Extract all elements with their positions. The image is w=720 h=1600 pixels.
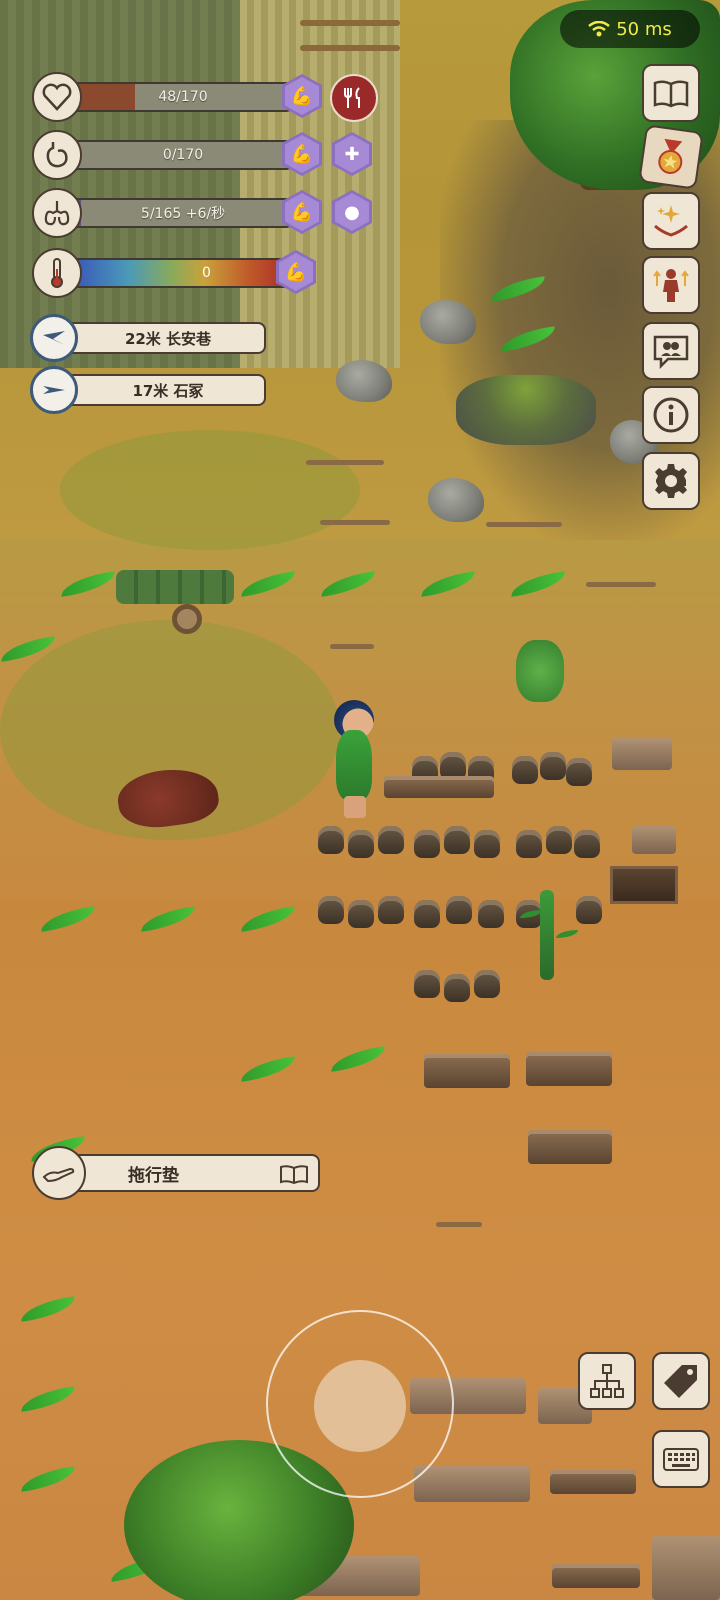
keyboard-icon <box>663 1448 699 1471</box>
achievements-button[interactable] <box>638 124 704 190</box>
log-stump[interactable] <box>444 974 470 1002</box>
wheelbarrow-wheel <box>172 604 202 634</box>
log-stump[interactable] <box>414 970 440 998</box>
board-pile[interactable] <box>550 1470 636 1494</box>
board-pile[interactable] <box>652 1536 720 1600</box>
stick[interactable] <box>320 520 390 525</box>
log-stump[interactable] <box>414 900 440 928</box>
plank-pile[interactable] <box>612 738 672 770</box>
drying-rack <box>300 45 400 51</box>
chat-bubble-icon <box>653 335 689 370</box>
stomach-icon <box>32 130 82 180</box>
log-stump[interactable] <box>414 830 440 858</box>
drying-rack <box>300 20 400 26</box>
log-stump[interactable] <box>546 826 572 854</box>
log-stump[interactable] <box>378 896 404 924</box>
joystick-knob[interactable] <box>314 1360 406 1452</box>
wooden-crate[interactable] <box>610 866 678 904</box>
wifi-icon <box>588 20 610 37</box>
adze-tool[interactable] <box>436 1222 482 1227</box>
rock[interactable] <box>420 300 476 344</box>
heart-icon <box>32 72 82 122</box>
temperature-marker: 0 <box>202 260 211 286</box>
log-stump[interactable] <box>444 826 470 854</box>
stick[interactable] <box>330 644 374 649</box>
temperature-value: 0 <box>202 265 211 281</box>
sparkle-hands-icon <box>654 205 688 237</box>
book-icon[interactable] <box>280 1164 308 1185</box>
character-upgrade-button[interactable] <box>642 256 700 314</box>
tag-button[interactable] <box>652 1352 710 1410</box>
food-value: 0/170 <box>162 147 204 163</box>
compass-arrow-icon <box>30 314 78 362</box>
log-stump[interactable] <box>474 830 500 858</box>
hand-icon <box>32 1146 86 1200</box>
grass-patch <box>60 430 360 550</box>
log-stump[interactable] <box>576 896 602 924</box>
medal-icon <box>658 138 683 174</box>
book-icon <box>653 80 689 108</box>
rock[interactable] <box>336 360 392 402</box>
tag-icon <box>664 1365 697 1398</box>
player-character-legs <box>344 796 366 818</box>
log-stump[interactable] <box>474 970 500 998</box>
tech-tree-button[interactable] <box>578 1352 636 1410</box>
fork-knife-icon[interactable] <box>330 74 378 122</box>
skills-button[interactable] <box>642 192 700 250</box>
flowering-cactus[interactable] <box>516 640 564 702</box>
log-pile[interactable] <box>526 1052 612 1086</box>
wheat-field <box>240 0 400 368</box>
lungs-icon <box>32 188 82 238</box>
compass-label: 17米 石冢 <box>70 374 266 406</box>
info-icon <box>653 397 689 433</box>
stick[interactable] <box>306 460 384 465</box>
log-stump[interactable] <box>318 826 344 854</box>
log-pile[interactable] <box>424 1054 510 1088</box>
log-pile[interactable] <box>528 1130 612 1164</box>
player-character[interactable] <box>336 730 372 800</box>
social-chat-button[interactable] <box>642 322 700 380</box>
stick[interactable] <box>486 522 562 527</box>
log-stump[interactable] <box>378 826 404 854</box>
stamina-bar: 5/165 +6/秒 <box>72 198 294 228</box>
tech-tree-icon <box>590 1364 624 1398</box>
food-bar: 0/170 <box>72 140 294 170</box>
workbench[interactable] <box>384 776 494 798</box>
keyboard-button[interactable] <box>652 1430 710 1488</box>
log-stump[interactable] <box>446 896 472 924</box>
temperature-bar: 0 <box>72 258 294 288</box>
sapling[interactable] <box>540 890 554 980</box>
log-stump[interactable] <box>348 900 374 928</box>
log-stump[interactable] <box>512 756 538 784</box>
info-button[interactable] <box>642 386 700 444</box>
character-upgrade-icon <box>653 269 689 302</box>
health-value: 48/170 <box>158 89 208 105</box>
log-stump[interactable] <box>478 900 504 928</box>
settings-button[interactable] <box>642 452 700 510</box>
board-pile[interactable] <box>414 1466 530 1502</box>
thermometer-icon <box>32 248 82 298</box>
log-stump[interactable] <box>566 758 592 786</box>
gear-icon <box>655 464 687 498</box>
compass-arrow-icon <box>30 366 78 414</box>
health-bar: 48/170 <box>72 82 294 112</box>
wheelbarrow[interactable] <box>116 570 234 604</box>
clay-block[interactable] <box>632 826 676 854</box>
log-stump[interactable] <box>348 830 374 858</box>
mossy-boulder[interactable] <box>456 375 596 445</box>
recipe-book-button[interactable] <box>642 64 700 122</box>
rock[interactable] <box>428 478 484 522</box>
compass-label: 22米 长安巷 <box>70 322 266 354</box>
stamina-value: 5/165 +6/秒 <box>140 206 226 222</box>
log-stump[interactable] <box>318 896 344 924</box>
log-stump[interactable] <box>516 830 542 858</box>
held-item-name: 拖行垫 <box>128 1165 179 1186</box>
log-stump[interactable] <box>540 752 566 780</box>
ping-indicator: 50 ms <box>560 10 700 48</box>
stick[interactable] <box>586 582 656 587</box>
board-pile[interactable] <box>552 1564 640 1588</box>
ping-value: 50 ms <box>616 18 672 40</box>
log-stump[interactable] <box>574 830 600 858</box>
